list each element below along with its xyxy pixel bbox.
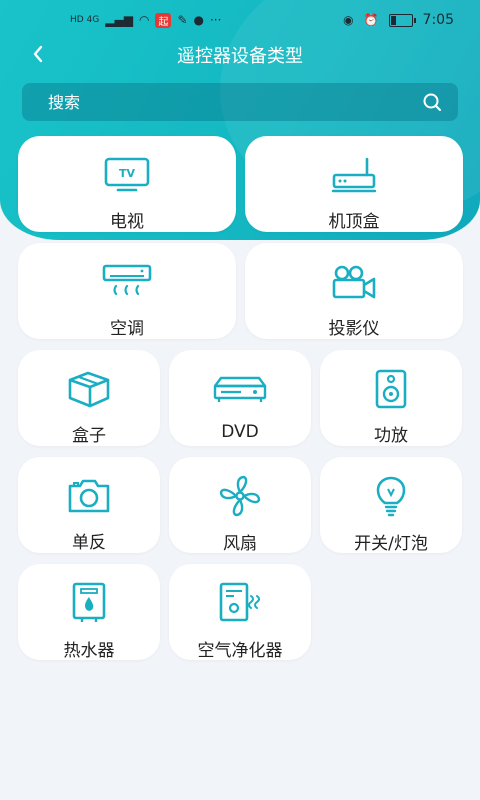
eye-icon: ◉ xyxy=(343,13,354,27)
camera-icon xyxy=(66,475,112,516)
device-card-fan[interactable]: 风扇 xyxy=(169,457,311,554)
page-title: 遥控器设备类型 xyxy=(177,46,303,67)
device-label: 单反 xyxy=(72,533,106,553)
set-top-box-icon xyxy=(331,154,377,195)
tv-icon: TV xyxy=(104,154,150,195)
battery-icon xyxy=(388,13,416,27)
svg-text:TV: TV xyxy=(119,167,136,180)
more-icon: ··· xyxy=(209,13,222,27)
clock: 7:05 xyxy=(422,12,454,28)
device-card-light[interactable]: 开关/灯泡 xyxy=(320,457,462,554)
light-bulb-icon xyxy=(375,475,407,517)
speaker-icon xyxy=(374,368,408,409)
device-label: 电视 xyxy=(110,212,144,232)
notification-icon: ✎ xyxy=(177,13,188,27)
device-label: 投影仪 xyxy=(328,319,380,339)
device-label: 风扇 xyxy=(223,534,257,554)
message-icon: ● xyxy=(193,13,204,27)
device-card-water-heater[interactable]: 热水器 xyxy=(18,564,160,661)
device-label: 功放 xyxy=(374,426,408,446)
box-icon xyxy=(66,368,112,409)
device-card-dvd[interactable]: DVD xyxy=(169,350,311,446)
water-heater-icon xyxy=(71,582,107,624)
device-card-camera[interactable]: 单反 xyxy=(18,457,160,553)
search-input[interactable] xyxy=(46,91,422,113)
fan-icon xyxy=(218,475,262,517)
signal-icon: ▂▄▆ xyxy=(105,13,133,27)
air-conditioner-icon xyxy=(102,261,152,302)
device-card-air-purifier[interactable]: 空气净化器 xyxy=(169,564,311,661)
device-label: 热水器 xyxy=(63,641,115,661)
alarm-icon: ⏰ xyxy=(363,13,379,27)
app-notification-icon: 起 xyxy=(155,12,172,28)
device-label: DVD xyxy=(221,422,259,442)
projector-icon xyxy=(330,261,378,302)
wifi-icon: ◠ xyxy=(138,13,150,27)
device-card-box[interactable]: 盒子 xyxy=(18,350,160,446)
device-label: 开关/灯泡 xyxy=(354,534,428,554)
device-label: 机顶盒 xyxy=(328,212,380,232)
air-purifier-icon xyxy=(218,582,262,624)
device-card-tv[interactable]: TV 电视 xyxy=(18,136,236,232)
device-label: 空调 xyxy=(110,319,144,339)
device-label: 空气净化器 xyxy=(197,641,283,661)
device-card-air-conditioner[interactable]: 空调 xyxy=(18,243,236,339)
device-card-projector[interactable]: 投影仪 xyxy=(245,243,463,339)
device-card-amplifier[interactable]: 功放 xyxy=(320,350,462,446)
device-label: 盒子 xyxy=(72,426,106,446)
navigation-bar: 遥控器设备类型 xyxy=(0,36,480,72)
device-card-set-top-box[interactable]: 机顶盒 xyxy=(245,136,463,232)
search-icon[interactable] xyxy=(422,92,442,112)
network-indicator: HD 4G xyxy=(70,15,100,25)
status-bar: HD 4G ▂▄▆ ◠ 起 ✎ ● ··· ◉ ⏰ 7:05 xyxy=(0,0,480,40)
dvd-player-icon xyxy=(213,368,267,410)
search-bar[interactable] xyxy=(22,83,458,121)
